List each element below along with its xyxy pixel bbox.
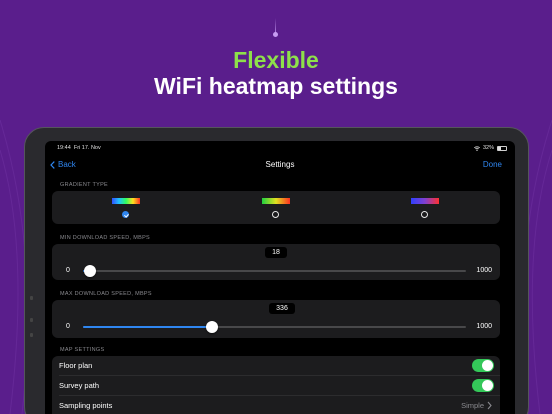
survey-path-row: Survey path: [52, 376, 500, 396]
min-speed-label: MIN DOWNLOAD SPEED, MBPS: [60, 235, 151, 241]
headline-accent: Flexible: [233, 47, 319, 73]
device-side-button: [30, 333, 33, 337]
max-speed-range-max: 1000: [476, 323, 492, 330]
min-speed-value: 18: [265, 247, 287, 258]
navigation-bar: Back Settings Done: [45, 159, 515, 173]
battery-icon: [497, 145, 507, 151]
survey-path-label: Survey path: [59, 381, 100, 390]
max-speed-card: 336 0 1000: [52, 300, 500, 338]
headline-title: WiFi heatmap settings: [154, 73, 398, 99]
done-button[interactable]: Done: [483, 160, 502, 169]
sampling-points-label: Sampling points: [59, 401, 113, 410]
status-bar: 19:44 Fri 17. Nov 32%: [45, 145, 515, 154]
min-speed-range-max: 1000: [476, 267, 492, 274]
gradient-option-blue-red[interactable]: [411, 198, 441, 218]
gradient-swatch: [411, 198, 439, 204]
gradient-type-card: [52, 191, 500, 224]
max-speed-slider-fill: [83, 326, 212, 328]
battery-percent: 32%: [482, 145, 494, 151]
gradient-type-label: GRADIENT TYPE: [60, 182, 109, 188]
min-speed-card: 18 0 1000: [52, 244, 500, 280]
floor-plan-row: Floor plan: [52, 356, 500, 376]
floor-plan-label: Floor plan: [59, 361, 93, 370]
gradient-option-green-red[interactable]: [262, 198, 292, 218]
wifi-icon: [474, 145, 480, 151]
gradient-swatch: [262, 198, 290, 204]
settings-screen: 19:44 Fri 17. Nov 32% Back Settings Done…: [45, 141, 515, 414]
chevron-right-icon: [487, 401, 492, 410]
min-speed-slider-track[interactable]: [83, 270, 466, 272]
gradient-swatch: [112, 198, 140, 204]
floor-plan-toggle[interactable]: [472, 359, 494, 372]
page-title: Settings: [265, 160, 295, 169]
device-side-button: [30, 318, 33, 322]
radio-unselected[interactable]: [272, 211, 279, 218]
map-settings-label: MAP SETTINGS: [60, 347, 105, 353]
max-speed-slider-track[interactable]: [83, 326, 466, 328]
max-speed-value: 336: [269, 303, 295, 314]
min-speed-slider-thumb[interactable]: [83, 265, 96, 277]
max-speed-slider-thumb[interactable]: [205, 321, 218, 333]
radio-selected[interactable]: [122, 211, 129, 218]
survey-path-toggle[interactable]: [472, 379, 494, 392]
max-speed-label: MAX DOWNLOAD SPEED, MBPS: [60, 291, 152, 297]
status-date: Fri 17. Nov: [73, 145, 101, 151]
max-speed-range-min: 0: [66, 323, 70, 330]
min-speed-range-min: 0: [66, 267, 70, 274]
device-side-button: [30, 296, 33, 300]
decorative-dot: [273, 32, 278, 37]
map-settings-card: Floor plan Survey path Sampling points S…: [52, 356, 500, 414]
sampling-points-row[interactable]: Sampling points Simple: [52, 396, 500, 414]
sampling-points-value: Simple: [461, 401, 484, 410]
gradient-option-rainbow[interactable]: [112, 198, 142, 218]
status-time: 19:44: [57, 145, 71, 151]
radio-unselected[interactable]: [421, 211, 428, 218]
